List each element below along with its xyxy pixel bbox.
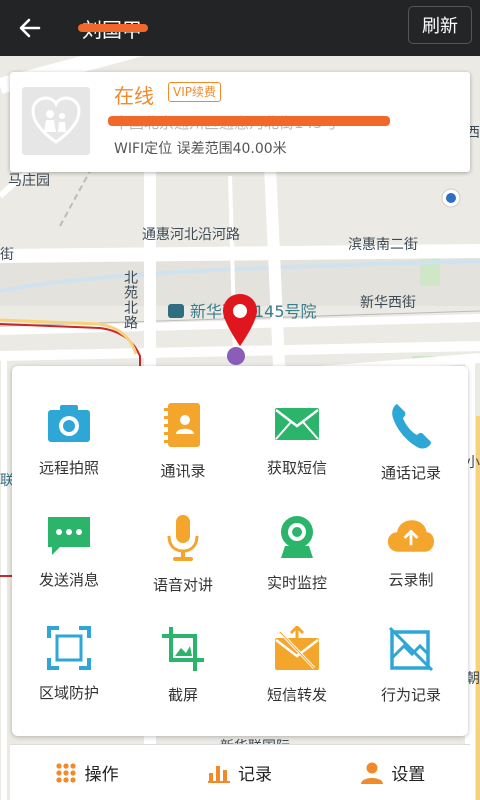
address-redaction: [108, 116, 390, 126]
online-status: 在线: [114, 84, 154, 108]
op-cloud-record[interactable]: 云录制: [354, 478, 468, 590]
sms-forward-icon: [273, 626, 321, 672]
camera-icon: [45, 402, 93, 445]
map-label-road-2: 滨惠南二街: [348, 237, 418, 253]
user-icon: [361, 762, 384, 784]
tab-records[interactable]: 记录: [163, 745, 316, 800]
phone-icon: [387, 402, 435, 450]
map-label-road-vertical: 北苑北路: [122, 270, 138, 330]
op-area-protection[interactable]: 区域防护: [12, 590, 126, 702]
top-bar: 刘国甲 刷新: [0, 0, 480, 56]
bar-chart-icon: [207, 762, 230, 784]
op-label: 区域防护: [38, 684, 99, 702]
tab-label: 记录: [237, 765, 272, 785]
page-title: 刘国甲: [78, 14, 148, 43]
behavior-record-icon: [387, 626, 435, 672]
op-send-message[interactable]: 发送消息: [12, 478, 126, 590]
map-label-area: 马庄园: [8, 173, 50, 189]
map-label-right-edge-2: 朝: [466, 671, 480, 687]
op-contacts[interactable]: 通讯录: [126, 366, 240, 480]
op-remote-photo[interactable]: 远程拍照: [12, 366, 126, 478]
op-sms-forward[interactable]: 短信转发: [240, 590, 354, 704]
op-screenshot[interactable]: 截屏: [126, 590, 240, 704]
area-frame-icon: [45, 626, 93, 670]
tab-label: 设置: [391, 765, 426, 785]
location-accuracy: WIFI定位 误差范围40.00米: [114, 141, 287, 157]
map-label-road-3: 新华西街: [360, 295, 416, 311]
op-label: 云录制: [388, 571, 434, 589]
microphone-icon: [159, 514, 207, 562]
refresh-button[interactable]: 刷新: [408, 6, 472, 44]
webcam-icon: [273, 514, 321, 560]
op-label: 行为记录: [380, 686, 441, 704]
location-marker[interactable]: [220, 292, 260, 348]
tab-label: 操作: [84, 765, 119, 785]
op-call-log[interactable]: 通话记录: [354, 366, 468, 482]
sms-envelope-icon: [273, 402, 321, 445]
vip-renew-button[interactable]: VIP续费: [168, 82, 221, 102]
operations-panel: 远程拍照 通讯录 获取短信 通话记录 发送消息 语音对讲 实时监控 云录制 区域…: [12, 366, 468, 736]
map-label-road-1: 通惠河北沿河路: [142, 227, 240, 243]
op-behavior-record[interactable]: 行为记录: [354, 590, 468, 704]
tab-operations[interactable]: 操作: [10, 745, 163, 800]
title-redaction: [78, 23, 148, 32]
op-voice-intercom[interactable]: 语音对讲: [126, 478, 240, 594]
map-pin-icon: [223, 294, 257, 346]
op-label: 发送消息: [38, 571, 99, 589]
map-label-left-edge: 街: [0, 247, 14, 263]
grid-icon: [55, 762, 77, 784]
bottom-tab-bar: 操作 记录 设置: [10, 744, 470, 800]
chat-bubble-icon: [45, 514, 93, 557]
cloud-upload-icon: [387, 514, 435, 557]
op-get-sms[interactable]: 获取短信: [240, 366, 354, 478]
op-label: 短信转发: [266, 686, 327, 704]
map-label-right-edge: 小: [466, 455, 480, 471]
op-live-monitor[interactable]: 实时监控: [240, 478, 354, 592]
device-info-card[interactable]: 在线 VIP续费 中国北京通州区通惠河北街145号 WIFI定位 误差范围40.…: [10, 72, 470, 172]
avatar: [22, 87, 90, 155]
tab-settings[interactable]: 设置: [317, 745, 470, 800]
arrow-left-icon: [19, 18, 41, 38]
crop-icon: [159, 626, 207, 672]
op-label: 获取短信: [266, 459, 327, 477]
contacts-icon: [159, 402, 207, 448]
back-button[interactable]: [0, 0, 60, 56]
op-label: 截屏: [167, 686, 198, 704]
op-label: 远程拍照: [38, 459, 99, 477]
family-heart-icon: [31, 96, 81, 144]
